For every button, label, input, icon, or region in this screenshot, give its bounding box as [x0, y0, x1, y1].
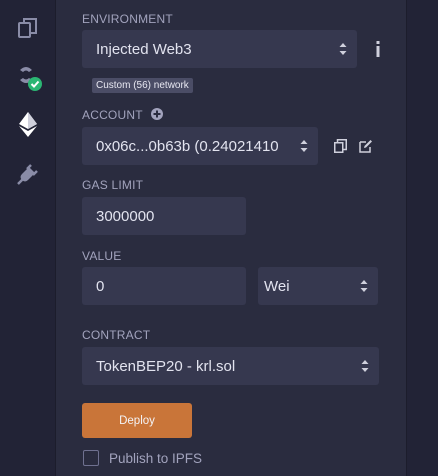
icon-sidebar: [0, 0, 56, 476]
publish-ipfs-checkbox[interactable]: [83, 450, 99, 466]
select-arrows-icon: [361, 360, 369, 372]
edit-icon[interactable]: [359, 139, 373, 153]
select-arrows-icon: [300, 140, 308, 152]
contract-value: TokenBEP20 - krl.sol: [96, 357, 236, 375]
gas-limit-label: GAS LIMIT: [82, 178, 144, 192]
deploy-run-panel: ENVIRONMENT Injected Web3 Custom (56) ne…: [56, 0, 406, 476]
contract-label: CONTRACT: [82, 328, 151, 342]
account-label: ACCOUNT: [82, 108, 143, 122]
compiler-icon[interactable]: [12, 62, 44, 94]
environment-value: Injected Web3: [96, 40, 192, 58]
publish-ipfs-label: Publish to IPFS: [109, 451, 203, 466]
select-arrows-icon: [360, 280, 368, 292]
account-value: 0x06c...0b63b (0.24021410: [96, 137, 279, 155]
network-badge: Custom (56) network: [92, 78, 193, 93]
contract-select[interactable]: TokenBEP20 - krl.sol: [82, 347, 379, 385]
plugin-manager-icon[interactable]: [12, 158, 44, 190]
environment-select[interactable]: Injected Web3: [82, 30, 357, 68]
value-amount: 0: [96, 277, 105, 295]
file-explorer-icon[interactable]: [12, 12, 44, 44]
copy-icon[interactable]: [333, 139, 347, 153]
deploy-run-icon[interactable]: [12, 108, 44, 140]
add-account-icon[interactable]: [151, 108, 163, 120]
environment-label: ENVIRONMENT: [82, 12, 173, 26]
gas-limit-value: 3000000: [96, 207, 155, 225]
value-label: VALUE: [82, 249, 122, 263]
unit-value: Wei: [264, 277, 290, 295]
info-icon[interactable]: [370, 40, 386, 58]
select-arrows-icon: [339, 43, 347, 55]
gas-limit-input[interactable]: 3000000: [82, 197, 246, 235]
account-select[interactable]: 0x06c...0b63b (0.24021410: [82, 127, 318, 165]
panel-edge: [406, 0, 438, 476]
unit-select[interactable]: Wei: [258, 267, 378, 305]
value-input[interactable]: 0: [82, 267, 246, 305]
deploy-button[interactable]: Deploy: [82, 403, 192, 438]
